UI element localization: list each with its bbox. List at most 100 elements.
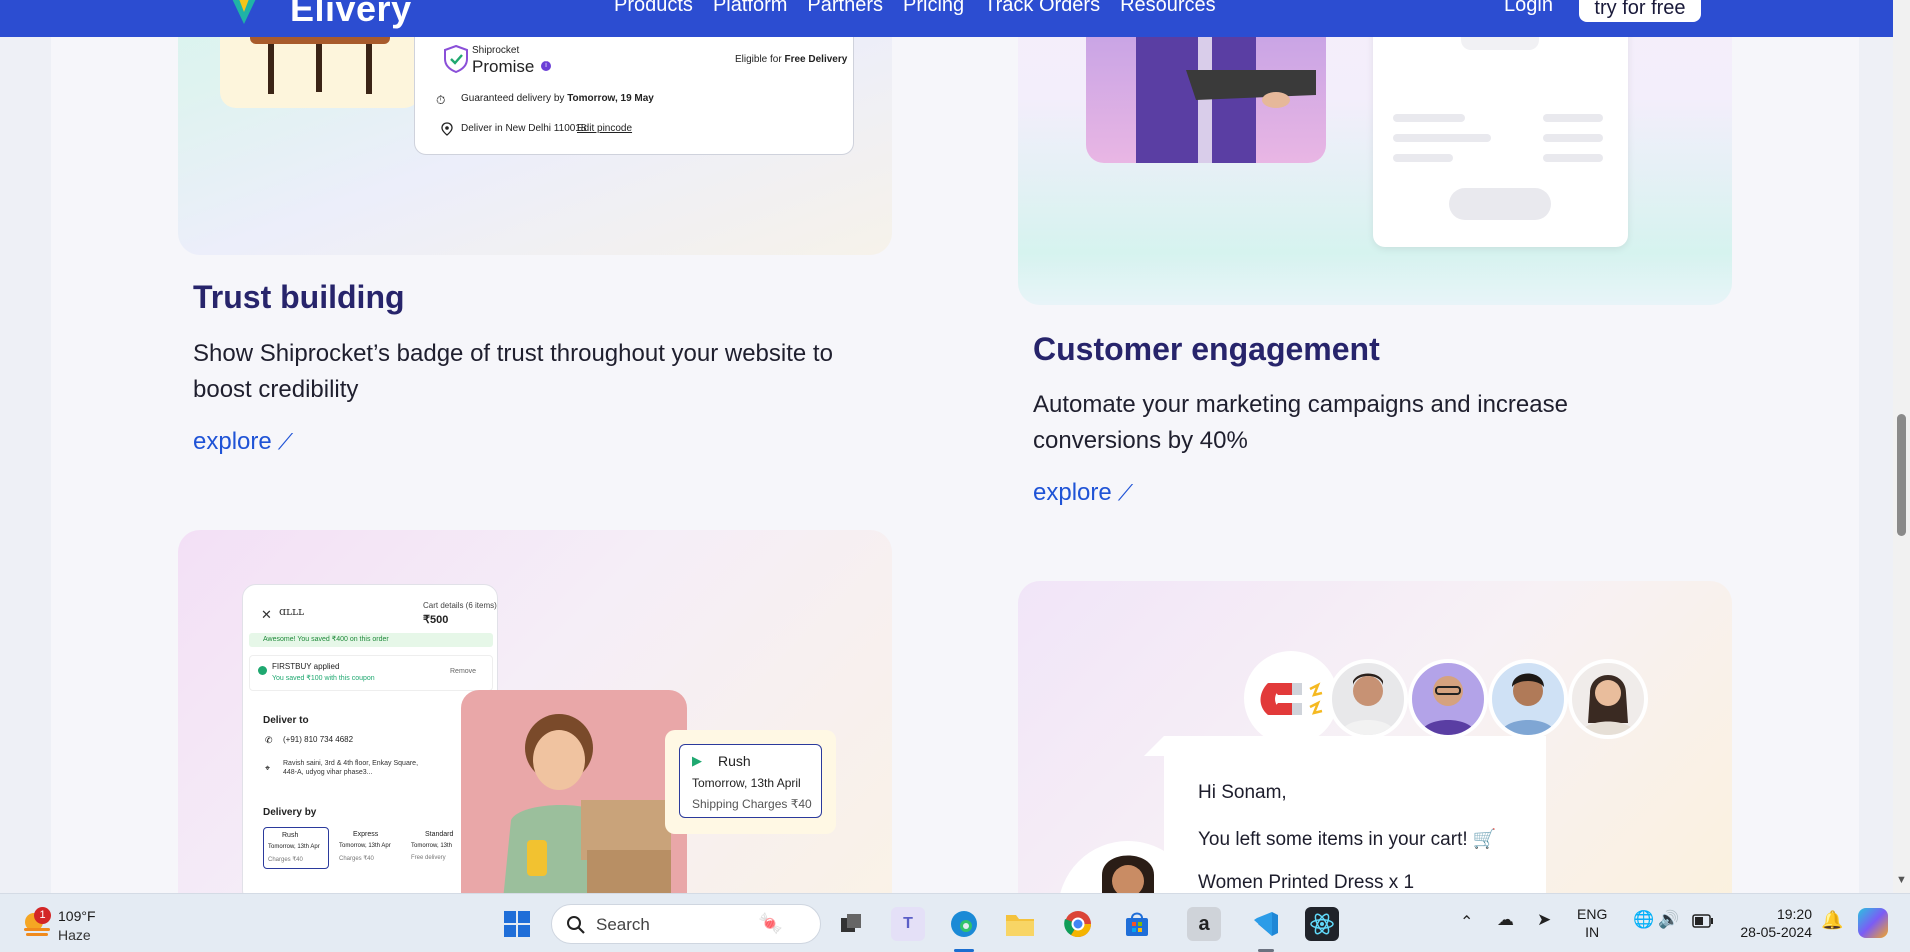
search-icon xyxy=(567,916,585,934)
teams-app-button[interactable]: T xyxy=(891,907,925,941)
windows-logo-icon xyxy=(504,911,530,937)
cart-mockup-card: 🛒 xyxy=(1373,0,1628,247)
checkout-experience-image: ✕ ɑʟʟʟ Cart details (6 items) ₹500 Aweso… xyxy=(178,530,892,893)
eligible-free-delivery: Eligible for Free Delivery xyxy=(735,54,848,65)
react-atom-icon xyxy=(1310,913,1334,935)
customer-engagement-image: 🛒 xyxy=(1018,0,1732,305)
brand-name[interactable]: Elivery xyxy=(290,0,412,30)
trust-building-explore-link[interactable]: explore ⟋ xyxy=(193,428,293,456)
magnet-avatar xyxy=(1244,651,1338,745)
brand-logo-icon[interactable] xyxy=(222,0,266,26)
onedrive-cloud-icon[interactable]: ☁ xyxy=(1497,910,1514,930)
checkout-mockup: ✕ ɑʟʟʟ Cart details (6 items) ₹500 Aweso… xyxy=(242,584,498,893)
notification-bell-icon[interactable]: 🔔 xyxy=(1821,910,1843,931)
remove-coupon-button[interactable]: Remove xyxy=(450,668,476,675)
amazon-icon: a xyxy=(1198,912,1210,935)
location-arrow-icon[interactable]: ➤ xyxy=(1537,910,1551,930)
nav-products[interactable]: Products xyxy=(614,0,693,17)
deliver-to-label: Deliver to xyxy=(263,715,309,726)
browser-viewport: Elivery Products Platform Partners Prici… xyxy=(0,0,1910,893)
task-view-button[interactable] xyxy=(834,907,868,941)
volume-icon[interactable]: 🔊 xyxy=(1658,910,1679,930)
react-app-button[interactable] xyxy=(1305,907,1339,941)
language-indicator[interactable]: ENG IN xyxy=(1577,905,1607,941)
delivery-option-express[interactable]: Express Tomorrow, 13th Apr Charges ₹40 xyxy=(335,827,401,869)
edge-icon xyxy=(951,911,977,937)
chat-message-bubble: Hi Sonam, You left some items in your ca… xyxy=(1144,736,1546,893)
delivery-option-rush[interactable]: Rush Tomorrow, 13th Apr Charges ₹40 xyxy=(263,827,329,869)
customer-engagement-description: Automate your marketing campaigns and in… xyxy=(1033,391,1568,454)
rush-option-highlight[interactable]: ▶ Rush Tomorrow, 13th April Shipping Cha… xyxy=(679,744,822,818)
battery-icon[interactable] xyxy=(1692,914,1714,928)
vertical-scrollbar[interactable]: ▼ xyxy=(1893,0,1910,893)
task-view-icon xyxy=(841,914,861,932)
arrow-up-right-icon: ⟋ xyxy=(277,429,294,454)
nav-partners[interactable]: Partners xyxy=(807,0,883,17)
cart-total: ₹500 xyxy=(423,614,449,626)
edge-app-button[interactable] xyxy=(947,907,981,941)
check-icon xyxy=(258,666,267,675)
teams-icon: T xyxy=(903,915,913,932)
clock[interactable]: 19:20 28-05-2024 xyxy=(1734,905,1812,941)
taskbar: 1 109°F Haze Search 🍬 T a ⌃ ☁ ➤ ENG IN 🌐… xyxy=(0,893,1910,952)
edit-pincode-link[interactable]: Edit pincode xyxy=(577,123,632,134)
woman-with-parcels-image xyxy=(461,690,687,893)
taskbar-search-box[interactable]: Search 🍬 xyxy=(551,904,821,944)
store-logo: ɑʟʟʟ xyxy=(279,605,304,618)
globe-network-icon[interactable]: 🌐 xyxy=(1633,910,1654,930)
location-pin-icon xyxy=(441,122,453,136)
nav-resources[interactable]: Resources xyxy=(1120,0,1216,17)
show-hidden-icons-chevron-icon[interactable]: ⌃ xyxy=(1460,912,1473,932)
promise-brand-small: Shiprocket xyxy=(472,45,520,56)
search-highlight-candy-icon: 🍬 xyxy=(758,913,783,935)
rush-delivery-card: ▶ Rush Tomorrow, 13th April Shipping Cha… xyxy=(665,730,836,834)
nav-platform[interactable]: Platform xyxy=(713,0,787,17)
chrome-icon xyxy=(1064,911,1092,938)
marketing-automation-image: Hi Sonam, You left some items in your ca… xyxy=(1018,581,1732,893)
nav-track-orders[interactable]: Track Orders xyxy=(984,0,1100,17)
customer-avatar-3 xyxy=(1488,659,1568,739)
shield-icon xyxy=(444,45,468,73)
close-icon[interactable]: ✕ xyxy=(261,607,272,623)
customer-avatar-4 xyxy=(1568,659,1648,739)
nav-pricing[interactable]: Pricing xyxy=(903,0,964,17)
start-button[interactable] xyxy=(500,907,534,941)
phone-icon: ✆ xyxy=(265,735,273,745)
weather-notification-badge: 1 xyxy=(34,907,51,924)
customer-avatar-2 xyxy=(1408,659,1488,739)
guaranteed-delivery: Guaranteed delivery by Tomorrow, 19 May xyxy=(461,93,654,104)
chat-cart-reminder: You left some items in your cart! 🛒 xyxy=(1198,829,1497,850)
scroll-down-arrow-icon[interactable]: ▼ xyxy=(1896,874,1907,886)
folder-icon xyxy=(1006,915,1034,936)
delivery-by-label: Delivery by xyxy=(263,807,317,818)
microsoft-store-icon xyxy=(1126,912,1148,936)
scroll-thumb[interactable] xyxy=(1897,414,1906,536)
trust-building-title: Trust building xyxy=(193,279,405,315)
info-icon[interactable]: i xyxy=(541,61,551,71)
customer-engagement-explore-link[interactable]: explore ⟋ xyxy=(1033,479,1133,507)
chat-item: Women Printed Dress x 1 xyxy=(1198,872,1415,893)
magnet-icon xyxy=(1260,682,1323,715)
file-explorer-button[interactable] xyxy=(1003,907,1037,941)
amazon-app-button[interactable]: a xyxy=(1187,907,1221,941)
chat-greeting: Hi Sonam, xyxy=(1198,782,1287,803)
login-link[interactable]: Login xyxy=(1504,0,1553,17)
trust-building-image: Shiprocket Promise i Eligible for Free D… xyxy=(178,0,892,255)
try-for-free-button[interactable]: try for free xyxy=(1579,0,1701,22)
copilot-icon[interactable] xyxy=(1858,908,1888,938)
savings-banner: Awesome! You saved ₹400 on this order xyxy=(249,633,493,647)
rush-icon: ▶ xyxy=(692,753,702,768)
promise-brand-big: Promise xyxy=(472,57,535,76)
cart-details: Cart details (6 items) xyxy=(423,601,497,610)
arrow-up-right-icon: ⟋ xyxy=(1117,480,1134,505)
phone-number: (+91) 810 734 4682 xyxy=(283,735,354,744)
trust-building-description: Show Shiprocket’s badge of trust through… xyxy=(193,340,833,403)
customer-avatar-1 xyxy=(1328,659,1408,739)
location-icon: ⌖ xyxy=(265,763,271,773)
vscode-icon xyxy=(1254,912,1278,936)
store-app-button[interactable] xyxy=(1120,907,1154,941)
vscode-app-button[interactable] xyxy=(1249,907,1283,941)
top-navigation: Elivery Products Platform Partners Prici… xyxy=(0,0,1893,37)
chrome-app-button[interactable] xyxy=(1061,907,1095,941)
delivery-address: Ravish saini, 3rd & 4th floor, Enkay Squ… xyxy=(283,760,419,776)
